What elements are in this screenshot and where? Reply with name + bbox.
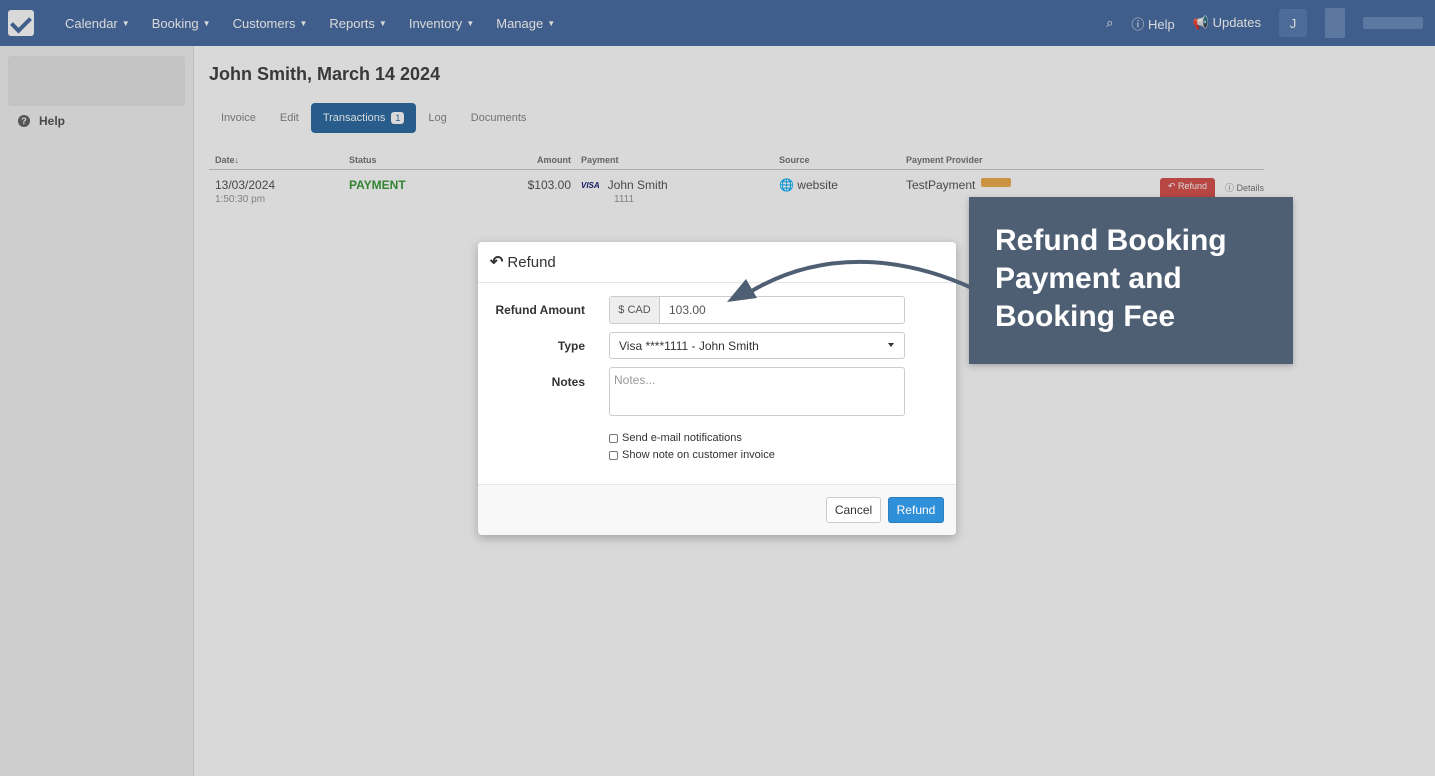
type-label: Type — [557, 339, 585, 353]
chevron-down-icon — [888, 343, 894, 347]
refund-modal: ↶ Refund Refund Amount $ CAD Type Visa *… — [478, 242, 956, 535]
refund-amount-group: $ CAD — [609, 296, 905, 324]
email-notifications-option[interactable]: Send e-mail notifications — [609, 432, 742, 444]
email-notifications-checkbox[interactable] — [609, 433, 618, 443]
currency-addon: $ CAD — [610, 297, 660, 323]
modal-header: ↶ Refund — [478, 242, 956, 283]
callout-annotation: Refund Booking Payment and Booking Fee — [969, 197, 1293, 364]
modal-footer: Cancel Refund — [478, 484, 956, 535]
cancel-button[interactable]: Cancel — [826, 497, 881, 523]
refund-amount-input[interactable] — [660, 297, 904, 323]
notes-textarea[interactable] — [609, 367, 905, 416]
show-note-option[interactable]: Show note on customer invoice — [609, 449, 775, 461]
notes-label: Notes — [551, 375, 585, 389]
reply-arrow-icon: ↶ — [490, 254, 504, 271]
type-select[interactable]: Visa ****1111 - John Smith — [609, 332, 905, 359]
show-note-checkbox[interactable] — [609, 450, 618, 460]
refund-amount-label: Refund Amount — [495, 303, 585, 317]
modal-title: Refund — [507, 253, 556, 271]
refund-button[interactable]: Refund — [888, 497, 944, 523]
modal-body: Refund Amount $ CAD Type Visa ****1111 -… — [478, 283, 956, 484]
